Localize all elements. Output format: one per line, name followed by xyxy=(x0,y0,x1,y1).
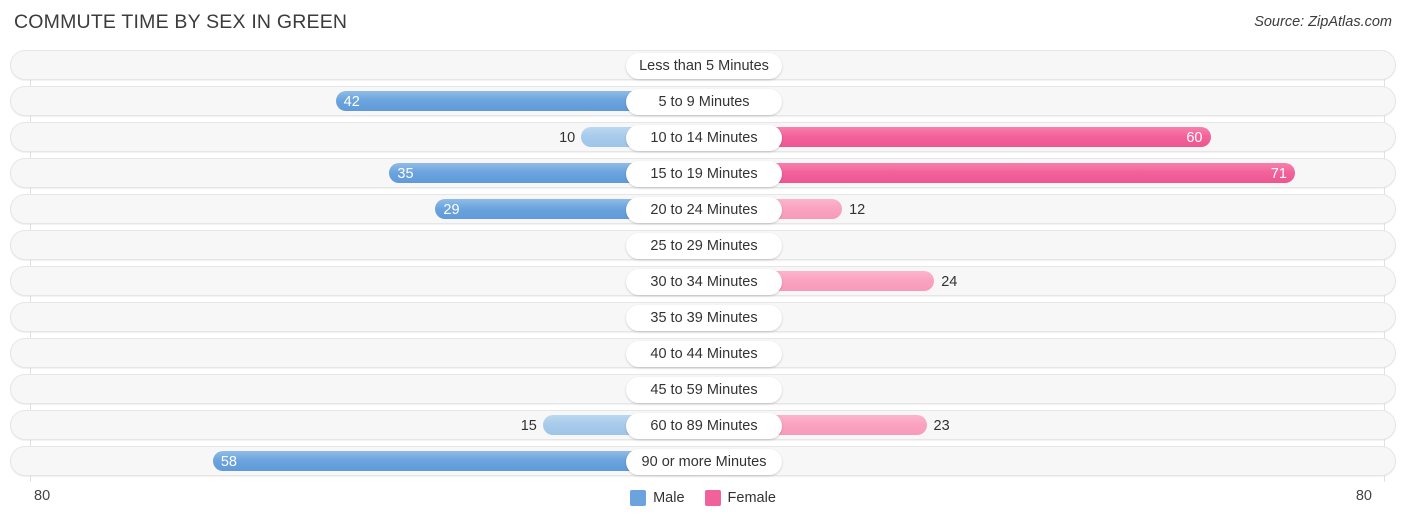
category-label: 15 to 19 Minutes xyxy=(626,161,782,187)
legend-label: Male xyxy=(653,490,685,506)
bar-female[interactable] xyxy=(704,163,1295,183)
chart-row[interactable]: 58090 or more Minutes xyxy=(10,446,1396,476)
chart-footer: 80 80 Male Female xyxy=(0,484,1406,523)
chart-container: COMMUTE TIME BY SEX IN GREEN Source: Zip… xyxy=(0,0,1406,523)
value-label-female: 71 xyxy=(1270,166,1287,182)
value-label-male: 10 xyxy=(559,130,576,146)
chart-plot-area: 00Less than 5 Minutes 4205 to 9 Minutes 10… xyxy=(10,50,1396,482)
source-attribution: Source: ZipAtlas.com xyxy=(1254,14,1392,30)
category-label: 25 to 29 Minutes xyxy=(626,233,782,259)
chart-row[interactable]: 4205 to 9 Minutes xyxy=(10,86,1396,116)
chart-row[interactable]: 15 23 60 to 89 Minutes xyxy=(10,410,1396,440)
category-label: 10 to 14 Minutes xyxy=(626,125,782,151)
chart-row[interactable]: 35 71 15 to 19 Minutes xyxy=(10,158,1396,188)
category-label: 35 to 39 Minutes xyxy=(626,305,782,331)
chart-header: COMMUTE TIME BY SEX IN GREEN Source: Zip… xyxy=(0,0,1406,46)
value-label-female: 12 xyxy=(849,202,866,218)
value-label-female: 60 xyxy=(1186,130,1203,146)
chart-row[interactable]: 02430 to 34 Minutes xyxy=(10,266,1396,296)
value-label-female: 23 xyxy=(933,418,950,434)
category-label: Less than 5 Minutes xyxy=(626,53,782,79)
value-label-male: 58 xyxy=(220,454,237,470)
page-title: COMMUTE TIME BY SEX IN GREEN xyxy=(14,11,348,33)
legend-item-male[interactable]: Male xyxy=(630,490,685,506)
chart-row[interactable]: 00Less than 5 Minutes xyxy=(10,50,1396,80)
category-label: 30 to 34 Minutes xyxy=(626,269,782,295)
value-label-male: 35 xyxy=(397,166,414,182)
chart-row[interactable]: 10 60 10 to 14 Minutes xyxy=(10,122,1396,152)
chart-row[interactable]: 29 12 20 to 24 Minutes xyxy=(10,194,1396,224)
chart-row[interactable]: 0040 to 44 Minutes xyxy=(10,338,1396,368)
chart-row[interactable]: 0045 to 59 Minutes xyxy=(10,374,1396,404)
value-label-male: 42 xyxy=(343,94,360,110)
legend-label: Female xyxy=(727,490,776,506)
chart-legend: Male Female xyxy=(0,490,1406,506)
category-label: 40 to 44 Minutes xyxy=(626,341,782,367)
category-label: 90 or more Minutes xyxy=(626,449,782,475)
chart-row[interactable]: 0035 to 39 Minutes xyxy=(10,302,1396,332)
chart-row[interactable]: 0025 to 29 Minutes xyxy=(10,230,1396,260)
category-label: 20 to 24 Minutes xyxy=(626,197,782,223)
category-label: 5 to 9 Minutes xyxy=(626,89,782,115)
legend-item-female[interactable]: Female xyxy=(704,490,776,506)
category-label: 60 to 89 Minutes xyxy=(626,413,782,439)
category-label: 45 to 59 Minutes xyxy=(626,377,782,403)
legend-swatch-icon xyxy=(704,490,721,506)
value-label-male: 29 xyxy=(443,202,460,218)
value-label-female: 24 xyxy=(941,274,958,290)
value-label-male: 15 xyxy=(520,418,537,434)
legend-swatch-icon xyxy=(630,490,647,506)
